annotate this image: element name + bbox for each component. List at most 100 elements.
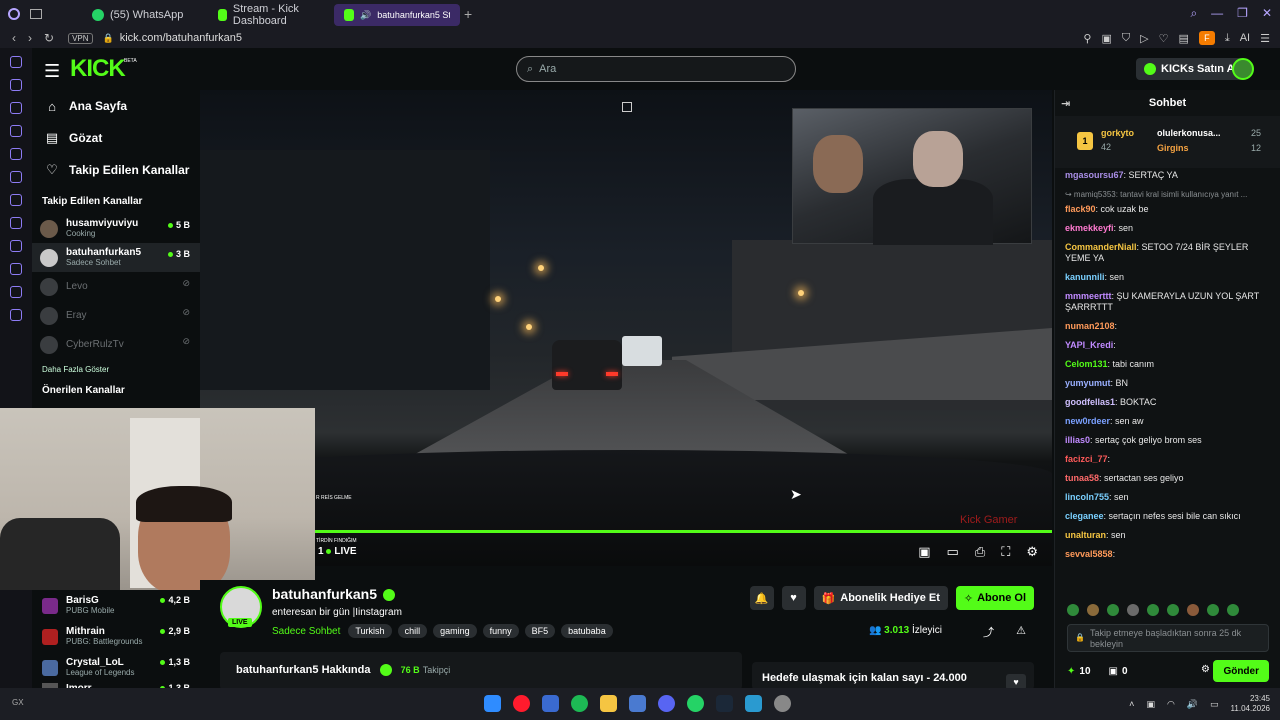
wallet-icon[interactable]: ▤ [1178,32,1188,45]
chest-count[interactable]: 0 [1122,666,1128,677]
menu-icon[interactable]: ☰ [44,61,60,82]
report-icon[interactable]: ⚠ [1016,624,1026,637]
vpn-badge[interactable]: VPN [68,32,93,44]
nav-home[interactable]: ⌂ Ana Sayfa [32,90,200,122]
reload-icon[interactable]: ↻ [44,31,54,45]
messenger-icon[interactable] [10,102,22,114]
shield-icon[interactable]: ⛉ [1122,32,1130,45]
nav-following[interactable]: ♡ Takip Edilen Kanallar [32,154,200,186]
tab-overview-icon[interactable] [30,9,42,19]
bookmarks-icon[interactable] [10,263,22,275]
tag[interactable]: batubaba [561,624,613,638]
live-progress-bar[interactable] [315,530,1052,533]
buy-kicks-button[interactable]: KICKs Satın Al [1136,58,1246,80]
settings-icon[interactable]: ⚙ [1026,544,1038,560]
menu-icon[interactable]: ☰ [1260,32,1270,45]
tab-kick-dashboard[interactable]: Stream - Kick Dashboard [208,3,334,27]
x-icon[interactable] [10,240,22,252]
chat-username[interactable]: mgasoursu67 [1065,170,1124,180]
followed-channel[interactable]: Eray ⊘ [32,301,200,330]
history-icon[interactable] [10,56,22,68]
search-icon[interactable]: ⌕ [1190,6,1197,21]
download-icon[interactable]: ⤓ [1225,32,1230,45]
opera-icon[interactable] [513,695,530,712]
points-count[interactable]: 10 [1079,666,1090,677]
emote-icon[interactable] [1147,604,1159,616]
tab-whatsapp[interactable]: (55) WhatsApp [82,4,208,26]
new-tab-icon[interactable]: + [464,6,472,22]
recommended-channel[interactable]: Crystal_LoL League of Legends 1,3 B [32,652,200,683]
kick-logo[interactable]: KICK [70,55,126,83]
spotify-icon[interactable] [571,695,588,712]
chat-username[interactable]: yumyumut [1065,378,1111,388]
show-more-link[interactable]: Daha Fazla Göster [32,365,200,383]
app-icon[interactable] [542,695,559,712]
chat-username[interactable]: tunaa58 [1065,473,1099,483]
follow-heart-icon[interactable]: ♥ [781,586,806,610]
send-button[interactable]: Gönder [1213,660,1269,682]
emote-icon[interactable] [1087,604,1099,616]
app-icon[interactable] [774,695,791,712]
minimize-icon[interactable]: — [1211,6,1223,21]
wifi-icon[interactable]: ◠ [1167,699,1175,710]
chat-username[interactable]: ekmekkeyfi [1065,223,1114,233]
share-icon[interactable]: ⤴ [983,624,994,640]
chat-username[interactable]: illias0 [1065,435,1090,445]
chat-username[interactable]: kanunnili [1065,272,1105,282]
chat-username[interactable]: sevval5858 [1065,549,1113,559]
leader-name[interactable]: olulerkonusa... [1157,128,1221,138]
camera-icon[interactable]: ▣ [1101,32,1111,45]
chat-username[interactable]: facizci_77 [1065,454,1108,464]
workspace-icon[interactable] [10,125,22,137]
category-link[interactable]: Sadece Sohbet [272,626,340,637]
pin-icon[interactable]: ⚲ [1083,32,1091,45]
chat-username[interactable]: CommanderNiall [1065,242,1137,252]
profile-icon[interactable]: F [1198,31,1215,45]
tag[interactable]: chill [397,624,428,638]
app-tray-icon[interactable]: ▣ [1146,699,1155,710]
opera-logo-icon[interactable] [8,8,20,20]
chat-username[interactable]: cleganee [1065,511,1104,521]
chat-username[interactable]: lincoln755 [1065,492,1109,502]
play-icon[interactable]: ▷ [1140,32,1148,45]
search-input[interactable]: ⌕ Ara [516,56,796,82]
followed-channel[interactable]: CyberRulzTv ⊘ [32,330,200,359]
chat-username[interactable]: numan2108 [1065,321,1115,331]
tag[interactable]: gaming [433,624,477,638]
emote-icon[interactable] [1067,604,1079,616]
recommended-channel[interactable]: Mithrain PUBG: Battlegrounds 2,9 B [32,621,200,652]
video-player[interactable]: R REİS GELME TİRDİN FINDIĞIM Kick Gamer … [200,90,1052,566]
clip-icon[interactable]: ⎙ [975,544,985,560]
chevron-up-icon[interactable]: ˄ [1129,699,1134,709]
chat-settings-icon[interactable]: ⚙ [1201,664,1210,675]
maximize-icon[interactable]: ❐ [1237,6,1248,21]
pip-icon[interactable]: ▣ [918,544,930,560]
ai-icon[interactable]: AI [1240,32,1250,44]
followed-channel[interactable]: batuhanfurkan5 Sadece Sohbet 3 B [32,243,200,272]
tab-kick-stream[interactable]: 🔊 batuhanfurkan5 Strea [334,4,460,26]
streamer-name[interactable]: batuhanfurkan5 [272,586,396,602]
start-icon[interactable] [484,695,501,712]
recommended-channel[interactable]: BarisG PUBG Mobile 4,2 B [32,590,200,621]
volume-icon[interactable]: 🔊 [1187,699,1198,710]
collapse-chat-icon[interactable]: ⇥ [1061,97,1070,110]
tag[interactable]: Turkish [348,624,392,638]
nav-browse[interactable]: ▤ Gözat [32,122,200,154]
pinboard-icon[interactable] [10,286,22,298]
chat-username[interactable]: Celom131 [1065,359,1108,369]
subscribe-button[interactable]: ✧ Abone Ol [955,586,1034,610]
emote-icon[interactable] [1107,604,1119,616]
fullscreen-icon[interactable]: ⛶ [1001,544,1010,560]
chat-username[interactable]: goodfellas1 [1065,397,1115,407]
emote-icon[interactable] [1207,604,1219,616]
about-section[interactable]: batuhanfurkan5 Hakkında 76 B Takipçi [220,652,742,690]
battery-icon[interactable]: ▭ [1210,699,1219,710]
whatsapp-icon[interactable] [10,171,22,183]
chat-username[interactable]: mmmeerttt [1065,291,1112,301]
chat-username[interactable]: new0rdeer [1065,416,1110,426]
heart-icon[interactable]: ♡ [1159,32,1169,45]
back-icon[interactable]: ‹ [12,31,16,45]
settings-icon[interactable] [10,309,22,321]
app-icon[interactable] [745,695,762,712]
spaces-icon[interactable] [10,79,22,91]
